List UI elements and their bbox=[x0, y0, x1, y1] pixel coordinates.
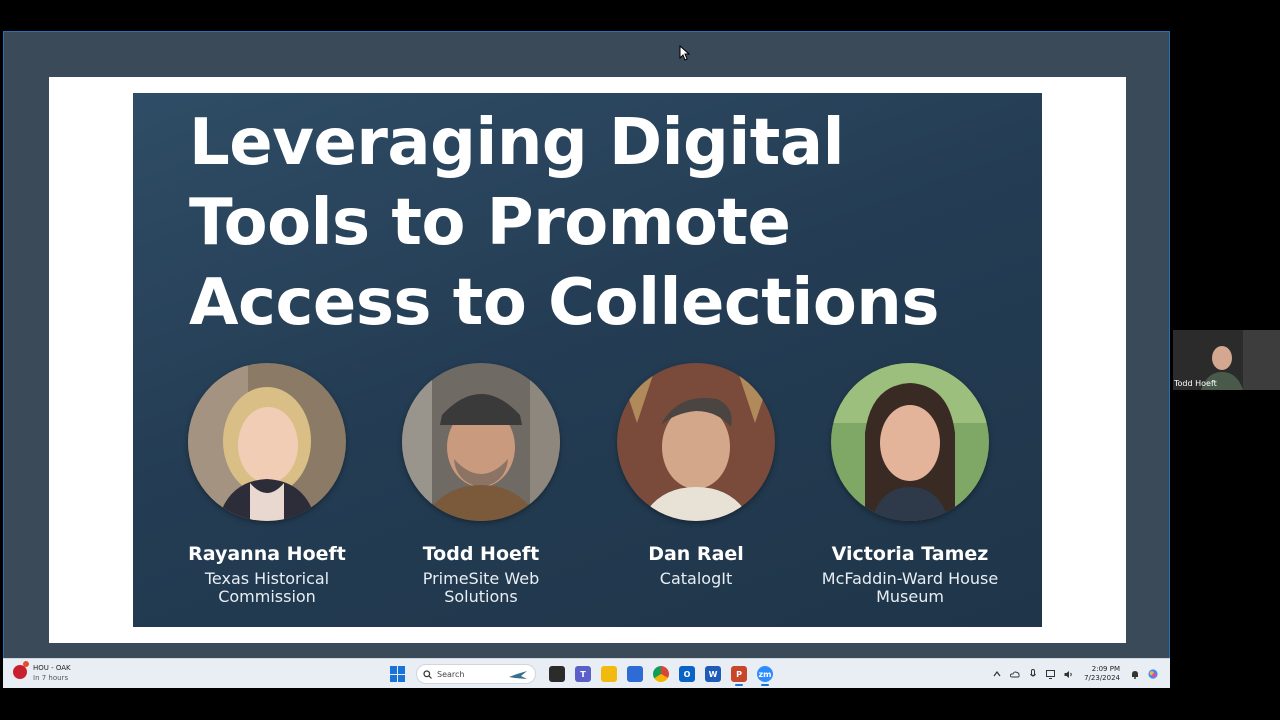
powerpoint-icon[interactable]: P bbox=[731, 666, 747, 686]
speaker-org: PrimeSite Web Solutions bbox=[422, 569, 540, 606]
system-tray: 2:09 PM 7/23/2024 bbox=[988, 663, 1162, 685]
slide-title: Leveraging Digital Tools to Promote Acce… bbox=[189, 103, 1009, 343]
speaker-photo bbox=[188, 363, 346, 521]
slide-title-line-2: Tools to Promote bbox=[189, 186, 791, 260]
participant-video[interactable]: Todd Hoeft bbox=[1173, 330, 1280, 390]
file-explorer-icon[interactable] bbox=[601, 666, 617, 682]
speaker-name: Todd Hoeft bbox=[422, 543, 540, 565]
speaker-name: Victoria Tamez bbox=[831, 543, 989, 565]
flight-status-icon bbox=[13, 665, 27, 679]
outlook-icon[interactable]: O bbox=[679, 666, 695, 682]
search-icon bbox=[423, 669, 432, 679]
speaker-org: McFaddin-Ward House Museum bbox=[821, 569, 999, 606]
taskbar-apps: Search T O W P zm bbox=[390, 664, 778, 686]
windows-start-icon[interactable] bbox=[390, 666, 406, 682]
chevron-up-icon[interactable] bbox=[992, 669, 1002, 679]
zoom-icon[interactable]: zm bbox=[757, 666, 773, 686]
microphone-icon[interactable] bbox=[1028, 669, 1038, 679]
clock-date: 7/23/2024 bbox=[1084, 674, 1120, 682]
clock-time: 2:09 PM bbox=[1091, 665, 1120, 673]
volume-icon[interactable] bbox=[1064, 669, 1074, 679]
store-icon[interactable] bbox=[627, 666, 643, 682]
mouse-cursor-icon bbox=[679, 45, 691, 61]
speaker-card: Victoria Tamez McFaddin-Ward House Museu… bbox=[810, 363, 1010, 606]
task-view-icon[interactable] bbox=[549, 666, 565, 682]
speaker-card: Dan Rael CatalogIt bbox=[596, 363, 796, 588]
widget-subtitle: In 7 hours bbox=[33, 674, 69, 682]
speaker-photo bbox=[831, 363, 989, 521]
search-placeholder: Search bbox=[437, 669, 465, 679]
notification-badge-icon bbox=[23, 661, 29, 667]
speaker-org: CatalogIt bbox=[659, 569, 733, 588]
taskbar-clock[interactable]: 2:09 PM 7/23/2024 bbox=[1084, 665, 1120, 683]
speaker-name: Rayanna Hoeft bbox=[188, 543, 346, 565]
participant-name-label: Todd Hoeft bbox=[1174, 379, 1217, 388]
teams-icon[interactable]: T bbox=[575, 666, 591, 682]
slide-title-line-3: Access to Collections bbox=[189, 266, 939, 340]
speaker-org: Texas Historical Commission bbox=[204, 569, 330, 606]
widget-title: HOU - OAK bbox=[33, 664, 71, 672]
shared-screen: Leveraging Digital Tools to Promote Acce… bbox=[3, 31, 1170, 688]
notification-bell-icon[interactable] bbox=[1130, 669, 1140, 679]
cloud-sync-icon[interactable] bbox=[1010, 669, 1020, 679]
chrome-icon[interactable] bbox=[653, 666, 669, 682]
search-box[interactable]: Search bbox=[416, 664, 536, 684]
word-icon[interactable]: W bbox=[705, 666, 721, 682]
copilot-icon[interactable] bbox=[1148, 669, 1158, 679]
speaker-photo bbox=[402, 363, 560, 521]
speaker-card: Rayanna Hoeft Texas Historical Commissio… bbox=[167, 363, 367, 606]
speaker-name: Dan Rael bbox=[648, 543, 744, 565]
slide-title-line-1: Leveraging Digital bbox=[189, 106, 845, 180]
speaker-photo bbox=[617, 363, 775, 521]
speaker-card: Todd Hoeft PrimeSite Web Solutions bbox=[381, 363, 581, 606]
presentation-frame: Leveraging Digital Tools to Promote Acce… bbox=[49, 77, 1126, 643]
taskbar: HOU - OAK In 7 hours Search T O W P zm 2… bbox=[3, 658, 1170, 688]
title-slide: Leveraging Digital Tools to Promote Acce… bbox=[133, 93, 1042, 627]
search-highlight-icon bbox=[509, 671, 527, 679]
network-icon[interactable] bbox=[1046, 669, 1056, 679]
